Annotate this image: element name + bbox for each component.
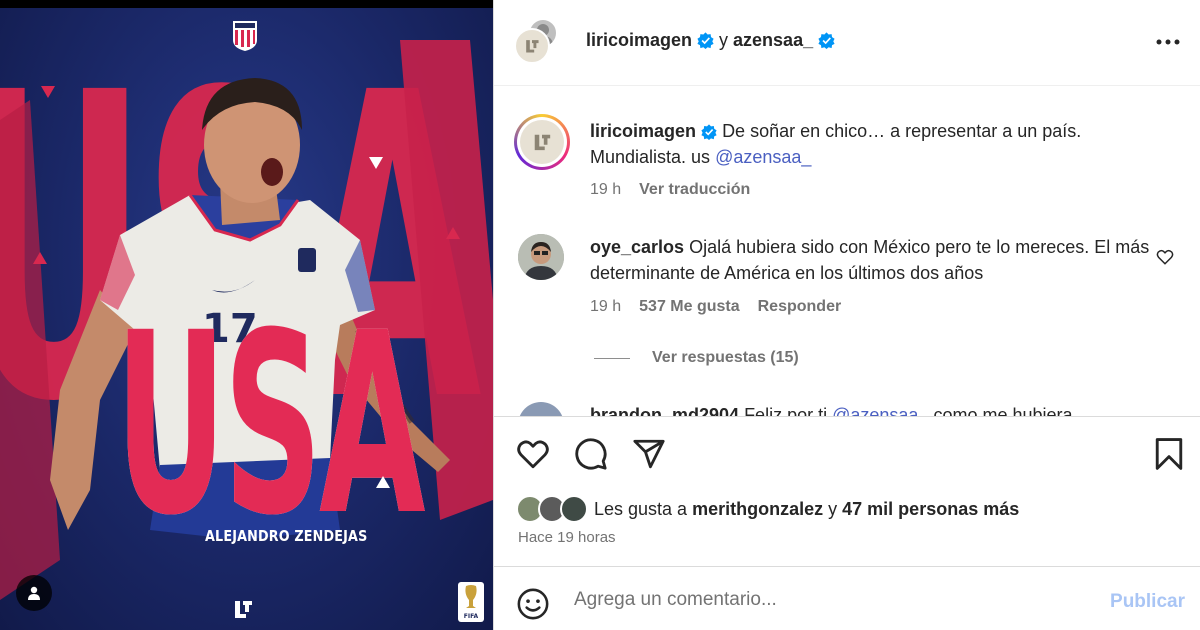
comment-meta: 19 h Ver traducción: [590, 181, 750, 199]
save-bookmark-icon[interactable]: [1153, 437, 1185, 471]
comment-item: brandon_md2904 Feliz por ti @azensaa_ co…: [514, 402, 1174, 416]
avatar[interactable]: [518, 402, 564, 416]
avatar[interactable]: [514, 28, 550, 64]
caption-comment: liricoimagen De soñar en chico… a repres…: [514, 114, 1174, 214]
liker-avatars: [516, 495, 592, 523]
liker-username[interactable]: merithgonzalez: [692, 499, 823, 520]
verified-badge-icon: [697, 32, 714, 49]
poster-front-word: USA: [115, 279, 425, 570]
arrow-up-icon: [446, 227, 460, 239]
mention-link[interactable]: @azensaa_: [715, 147, 811, 167]
post-header: liricoimagen y azensaa_: [494, 0, 1200, 86]
verified-badge-icon: [818, 32, 835, 49]
comment-time: 19 h: [590, 298, 622, 315]
arrow-up-icon: [376, 476, 390, 488]
comment-likes-count[interactable]: 537 Me gusta: [639, 298, 739, 316]
likes-others[interactable]: 47 mil personas más: [842, 499, 1019, 520]
post-details-panel: liricoimagen y azensaa_ liricoimagen De …: [493, 0, 1200, 630]
like-comment-heart-icon[interactable]: [1156, 248, 1174, 266]
person-icon: [28, 586, 40, 600]
post-actions: Les gusta a merithgonzalez y 47 mil pers…: [494, 416, 1200, 566]
verified-badge-icon: [701, 124, 717, 141]
avatar: [560, 495, 588, 523]
author-username[interactable]: liricoimagen: [586, 30, 692, 51]
comment-username[interactable]: liricoimagen: [590, 121, 696, 141]
post-image[interactable]: USA 17 USA ALEJANDRO ZENDEJAS: [0, 0, 493, 630]
comment-meta: 19 h 537 Me gusta Responder: [590, 298, 841, 316]
mention-link[interactable]: @azensaa_: [832, 405, 928, 416]
tagged-users-button[interactable]: [16, 575, 52, 611]
usa-crest-icon: [233, 21, 257, 51]
avatar[interactable]: [518, 234, 564, 280]
post-authors: liricoimagen y azensaa_: [586, 30, 835, 51]
comment-input[interactable]: [574, 585, 1094, 615]
comment-text: Feliz por ti: [744, 405, 828, 416]
collab-avatars[interactable]: [514, 18, 558, 64]
action-icons: [516, 437, 666, 471]
add-comment-bar: Publicar: [494, 566, 1200, 630]
likes-summary[interactable]: Les gusta a merithgonzalez y 47 mil pers…: [516, 495, 1019, 523]
like-heart-icon[interactable]: [516, 437, 550, 471]
brand-logo-icon: [235, 601, 252, 618]
emoji-icon[interactable]: [516, 587, 550, 621]
comment-body: brandon_md2904 Feliz por ti @azensaa_ co…: [590, 402, 1150, 416]
translate-link[interactable]: Ver traducción: [639, 181, 750, 199]
svg-text:FIFA: FIFA: [464, 613, 479, 620]
comments-list[interactable]: liricoimagen De soñar en chico… a repres…: [494, 86, 1200, 416]
player-name-caption: ALEJANDRO ZENDEJAS: [205, 527, 368, 545]
likes-connector: y: [828, 498, 838, 519]
reply-button[interactable]: Responder: [758, 298, 842, 316]
comment-item: oye_carlos Ojalá hubiera sido con México…: [514, 234, 1174, 354]
arrow-down-icon: [369, 157, 383, 169]
author-username[interactable]: azensaa_: [733, 30, 813, 51]
comment-body: oye_carlos Ojalá hubiera sido con México…: [590, 234, 1150, 286]
comment-time: 19 h: [590, 181, 622, 198]
comment-text-continued: como me hubiera: [933, 405, 1073, 416]
replies-divider: [594, 357, 630, 359]
comment-bubble-icon[interactable]: [574, 437, 608, 471]
more-options-icon[interactable]: [1155, 30, 1181, 54]
arrow-down-icon: [41, 86, 55, 98]
likes-prefix: Les gusta a: [594, 498, 688, 519]
share-paper-plane-icon[interactable]: [632, 437, 666, 471]
publish-button[interactable]: Publicar: [1110, 591, 1185, 613]
world-cup-trophy-icon: FIFA: [458, 582, 484, 622]
view-replies-button[interactable]: Ver respuestas (15): [594, 349, 799, 367]
view-replies-label: Ver respuestas (15): [652, 349, 799, 366]
comment-username[interactable]: brandon_md2904: [590, 405, 739, 416]
story-ring-avatar[interactable]: [514, 114, 570, 170]
authors-connector: y: [719, 30, 729, 50]
arrow-up-icon: [33, 252, 47, 264]
comment-body: liricoimagen De soñar en chico… a repres…: [590, 118, 1150, 170]
comment-username[interactable]: oye_carlos: [590, 237, 684, 257]
post-timestamp[interactable]: Hace 19 horas: [518, 529, 616, 546]
